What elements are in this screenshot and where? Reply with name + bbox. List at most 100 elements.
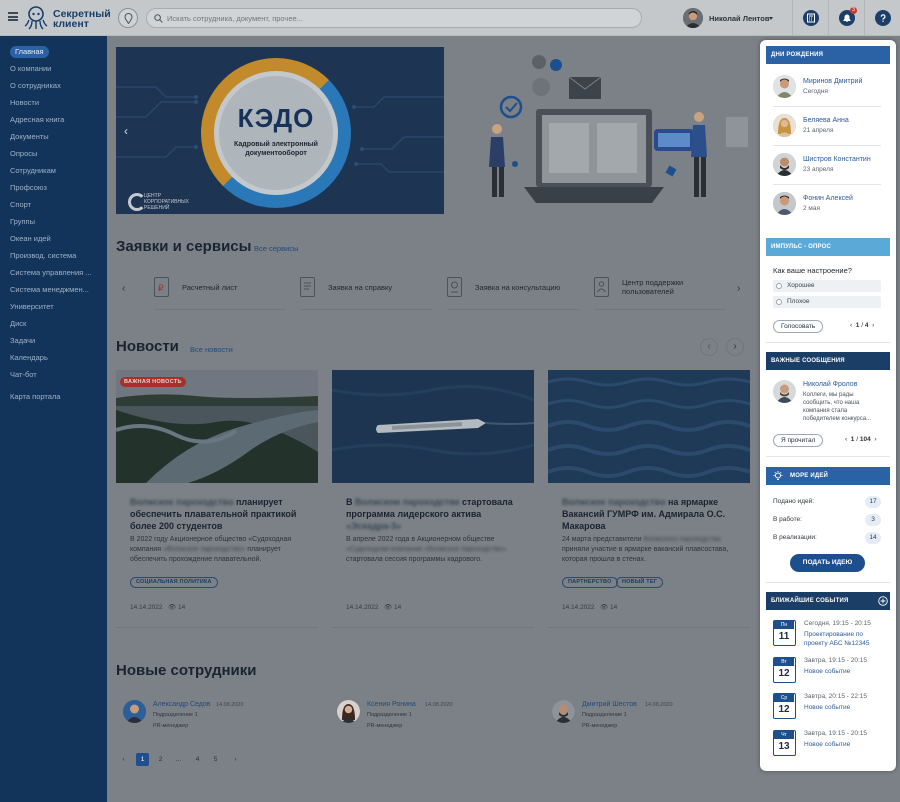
- chevron-right-icon[interactable]: ›: [874, 436, 876, 443]
- sidebar-item-home[interactable]: Главная: [10, 46, 49, 58]
- calculator-button[interactable]: [792, 0, 828, 36]
- news-card[interactable]: В Волжском пароходстве стартовала програ…: [332, 370, 534, 628]
- pagination-page[interactable]: 1: [136, 753, 149, 766]
- sidebar-item-production-system[interactable]: Производ. система: [10, 250, 76, 262]
- notifications-button[interactable]: 3: [828, 0, 864, 36]
- chevron-right-icon[interactable]: ›: [872, 322, 874, 329]
- add-event-icon[interactable]: [878, 596, 888, 606]
- poll-option[interactable]: Хорошее: [773, 280, 881, 292]
- event-item[interactable]: Ср 12 Завтра, 20:15 - 22:15 Новое событие: [773, 693, 883, 727]
- news-chip[interactable]: ПАРТНЕРСТВО: [562, 577, 618, 588]
- pagination-prev-chevron-icon[interactable]: ‹: [117, 753, 130, 766]
- birthday-name[interactable]: Миринов Дмитрий: [803, 78, 862, 85]
- event-item[interactable]: Вт 12 Завтра, 19:15 - 20:15 Новое событие: [773, 657, 883, 691]
- sidebar-item-ideas-ocean[interactable]: Океан идей: [10, 233, 51, 245]
- sidebar-item-documents[interactable]: Документы: [10, 131, 49, 143]
- birthday-date: Сегодня: [803, 88, 828, 95]
- search-input[interactable]: [167, 12, 627, 25]
- news-next-chevron-icon[interactable]: ›: [726, 338, 744, 356]
- poll-question: Как ваше настроение?: [773, 266, 852, 275]
- news-excerpt-hidden: «Волжское пароходство»: [163, 546, 246, 553]
- sidebar-item-sport[interactable]: Спорт: [10, 199, 31, 211]
- employee-name[interactable]: Ксения Ронина: [367, 701, 416, 708]
- sidebar-item-address-book[interactable]: Адресная книга: [10, 114, 64, 126]
- service-payslip[interactable]: ₽ Расчетный лист: [154, 272, 286, 310]
- sidebar-item-tasks[interactable]: Задачи: [10, 335, 35, 347]
- all-news-link[interactable]: Все новости: [190, 345, 233, 354]
- banner-slide[interactable]: КЭДО Кадровый электронный документооборо…: [116, 47, 444, 214]
- poll-option[interactable]: Плохое: [773, 296, 881, 308]
- service-label: Заявка на справку: [328, 283, 393, 292]
- sidebar-item-university[interactable]: Университет: [10, 301, 54, 313]
- service-user-support[interactable]: Центр поддержки пользователей: [594, 272, 726, 310]
- sidebar-item-disk[interactable]: Диск: [10, 318, 26, 330]
- services-next-chevron-icon[interactable]: ›: [737, 283, 740, 294]
- sidebar-item-management-system-2[interactable]: Система менеджмен...: [10, 284, 89, 296]
- event-weekday: Чт: [774, 731, 794, 739]
- pagination-next-chevron-icon[interactable]: ›: [229, 753, 242, 766]
- employee-name[interactable]: Дмитрий Шестов: [582, 701, 637, 708]
- services-prev-chevron-icon[interactable]: ‹: [122, 283, 125, 294]
- pagination-page[interactable]: 5: [209, 753, 222, 766]
- news-title[interactable]: Волжское пароходство на ярмарке Вакансий…: [562, 496, 742, 532]
- news-title[interactable]: В Волжском пароходстве стартовала програ…: [346, 496, 526, 532]
- chevron-left-icon[interactable]: ‹: [850, 322, 852, 329]
- submit-idea-button[interactable]: ПОДАТЬ ИДЕЮ: [790, 554, 865, 572]
- mark-read-button[interactable]: Я прочитал: [773, 434, 824, 447]
- location-pin-button[interactable]: [118, 8, 138, 28]
- chevron-down-icon: [769, 17, 773, 20]
- news-card[interactable]: ВАЖНАЯ НОВОСТЬ Волжское пароходство план…: [116, 370, 318, 628]
- news-excerpt: В 2022 году Акционерное общество «Судохо…: [130, 535, 312, 565]
- sidebar-item-management-system[interactable]: Система управления ...: [10, 267, 92, 279]
- events-title: БЛИЖАЙШИЕ СОБЫТИЯ: [771, 598, 849, 604]
- birthday-name[interactable]: Беляева Анна: [803, 117, 849, 124]
- news-chip[interactable]: СОЦИАЛЬНАЯ ПОЛИТИКА: [130, 577, 218, 588]
- pagination-page[interactable]: 4: [191, 753, 204, 766]
- news-excerpt-hidden: Волжского пароходства: [643, 536, 721, 543]
- event-item[interactable]: Чт 13 Завтра, 19:15 - 20:15 Новое событие: [773, 730, 883, 764]
- service-certificate-request[interactable]: Заявка на справку: [300, 272, 432, 310]
- sidebar-item-about-employees[interactable]: О сотрудниках: [10, 80, 61, 92]
- sidebar-item-polls[interactable]: Опросы: [10, 148, 37, 160]
- event-item[interactable]: Пн 11 Сегодня, 19:15 - 20:15 Проектирован…: [773, 620, 883, 654]
- chevron-left-icon[interactable]: ‹: [845, 436, 847, 443]
- right-panel: ДНИ РОЖДЕНИЯ Миринов Дмитрий Сегодня Бел…: [760, 40, 896, 771]
- vote-button[interactable]: Голосовать: [773, 320, 824, 333]
- event-name[interactable]: Новое событие: [804, 703, 882, 712]
- menu-icon[interactable]: [8, 12, 18, 21]
- sidebar-item-news[interactable]: Новости: [10, 97, 39, 109]
- event-name[interactable]: Новое событие: [804, 740, 882, 749]
- sidebar-item-calendar[interactable]: Календарь: [10, 352, 48, 364]
- sidebar-item-about-company[interactable]: О компании: [10, 63, 51, 75]
- news-chip[interactable]: НОВЫЙ ТЕГ: [616, 577, 664, 588]
- pagination-page[interactable]: 2: [154, 753, 167, 766]
- poll-current: 1: [855, 322, 860, 329]
- message-author[interactable]: Николай Фролов: [803, 381, 857, 388]
- sidebar-item-portal-map[interactable]: Карта портала: [10, 391, 60, 403]
- news-image-ship: [332, 370, 534, 483]
- logo[interactable]: Секретный клиент: [24, 3, 112, 33]
- birthday-name[interactable]: Шистров Константин: [803, 156, 871, 163]
- pagination-ellipsis: ...: [175, 756, 182, 763]
- help-button[interactable]: [864, 0, 900, 36]
- news-card[interactable]: Волжское пароходство на ярмарке Вакансий…: [548, 370, 750, 628]
- employee-name[interactable]: Александр Седов: [153, 701, 210, 708]
- search-bar[interactable]: [146, 8, 642, 28]
- news-title-hidden: Волжское пароходство: [130, 497, 234, 507]
- news-title: Новости: [116, 338, 179, 355]
- news-title[interactable]: Волжское пароходство планирует обеспечит…: [130, 496, 310, 532]
- birthday-name[interactable]: Фонин Алексей: [803, 195, 853, 202]
- sidebar-item-for-employees[interactable]: Сотрудникам: [10, 165, 56, 177]
- service-consultation-request[interactable]: Заявка на консультацию: [447, 272, 579, 310]
- sidebar-item-groups[interactable]: Группы: [10, 216, 35, 228]
- sidebar-item-chatbot[interactable]: Чат-бот: [10, 369, 37, 381]
- news-prev-chevron-icon[interactable]: ‹: [700, 338, 718, 356]
- radio-icon[interactable]: [776, 299, 782, 305]
- sidebar-item-union[interactable]: Профсоюз: [10, 182, 47, 194]
- event-name[interactable]: Проектирование по проекту АБС №12345: [804, 630, 882, 648]
- birthdays-header: ДНИ РОЖДЕНИЯ: [766, 46, 890, 64]
- radio-icon[interactable]: [776, 283, 782, 289]
- chevron-left-icon[interactable]: ‹: [124, 124, 128, 138]
- event-name[interactable]: Новое событие: [804, 667, 882, 676]
- all-services-link[interactable]: Все сервисы: [254, 244, 298, 253]
